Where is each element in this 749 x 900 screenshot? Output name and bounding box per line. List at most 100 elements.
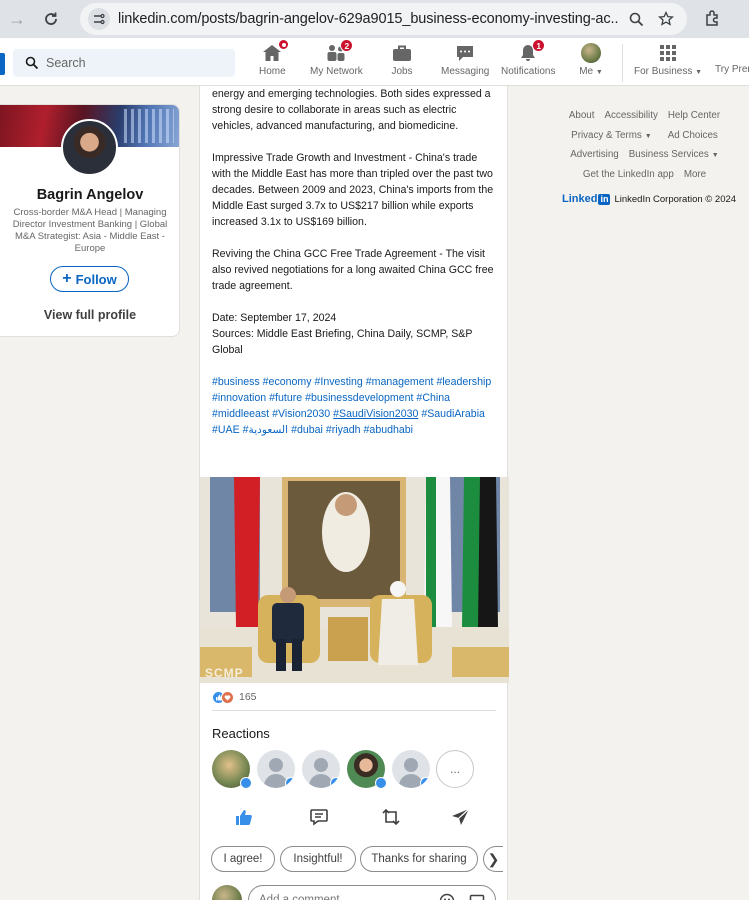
nav-messaging[interactable]: Messaging [441,42,489,82]
hashtag[interactable]: #السعودية [243,424,288,436]
hashtags: #business #economy #Investing #managemen… [212,374,496,438]
avatar [212,885,242,900]
hashtag[interactable]: #Vision2030 [272,408,330,420]
footer-links: About Accessibility Help Center Privacy … [540,106,749,184]
reactor-avatar[interactable] [392,750,430,788]
briefcase-icon [389,42,415,64]
footer-link-advertising[interactable]: Advertising [570,149,618,160]
url-text[interactable]: linkedin.com/posts/bagrin-angelov-629a90… [118,11,618,27]
hashtag[interactable]: #future [269,392,302,404]
hashtag[interactable]: #economy [263,376,312,388]
reactor-avatar[interactable] [347,750,387,789]
footer-link-get-app[interactable]: Get the LinkedIn app [583,169,674,180]
nav-my-network[interactable]: 2 My Network [310,39,363,82]
linkedin-logo-icon[interactable] [0,53,5,75]
search-box[interactable] [13,49,235,77]
like-button[interactable] [230,806,258,828]
comment-icon [310,809,328,826]
nav-for-business[interactable]: For Business ▼ [634,42,702,82]
footer-link-help-center[interactable]: Help Center [668,110,720,121]
suggestion-chip[interactable]: Insightful! [280,846,356,872]
caret-down-icon: ▼ [595,69,603,76]
reactor-avatar[interactable] [212,750,252,789]
reactor-avatar[interactable] [302,750,340,788]
site-info-icon[interactable] [88,8,110,30]
emoji-icon[interactable] [439,893,455,900]
comment-box[interactable] [248,885,496,900]
footer-link-more[interactable]: More [684,169,706,180]
caret-down-icon: ▼ [711,152,719,160]
suggestion-chip[interactable]: I agree! [211,846,275,872]
hashtag[interactable]: #businessdevelopment [305,392,413,404]
footer-link-business-services[interactable]: Business Services [629,149,709,160]
chevron-right-icon: ❯ [487,850,500,867]
reaction-count[interactable]: 165 [239,691,257,703]
profile-name[interactable]: Bagrin Angelov [0,187,179,203]
repost-button[interactable] [377,806,405,828]
home-icon [259,39,290,64]
comment-button[interactable] [305,806,333,828]
nav-notifications[interactable]: 1 Notifications [501,39,555,82]
me-avatar-wrap [578,42,604,64]
search-input[interactable] [46,56,226,70]
hashtag[interactable]: #leadership [436,376,491,388]
hashtag[interactable]: #middleeast [212,408,269,420]
hashtag[interactable]: #UAE [212,424,240,436]
nav-label: Try Prem [715,64,749,75]
reactor-avatar[interactable] [257,750,295,788]
nav-jobs[interactable]: Jobs [389,42,415,82]
hashtag[interactable]: #SaudiArabia [421,408,485,420]
linkedin-navbar: Home 2 My Network Jobs Messaging 1 Notif… [0,38,749,86]
footer-row: Get the LinkedIn app More [540,165,749,185]
zoom-icon[interactable] [624,12,648,27]
reaction-summary[interactable]: 165 [212,690,257,704]
comment-input[interactable] [259,894,429,900]
nav-me[interactable]: Me ▼ [578,42,604,82]
extensions-icon[interactable] [703,9,723,29]
network-badge: 2 [340,39,354,52]
bookmark-star-icon[interactable] [654,11,678,27]
wordmark-text: Linked [562,193,598,205]
linkedin-wordmark-icon: Linked in [562,193,611,205]
hashtag[interactable]: #business [212,376,260,388]
nav-home[interactable]: Home [259,39,290,82]
profile-headline: Cross-border M&A Head | Managing Directo… [12,207,168,254]
hashtag[interactable]: #Investing [315,376,363,388]
hashtag[interactable]: #abudhabi [364,424,414,436]
browser-toolbar: → linkedin.com/posts/bagrin-angelov-629a… [0,0,749,38]
footer-link-privacy-wrap[interactable]: Privacy & Terms ▼ [571,130,652,141]
reload-icon[interactable] [34,0,68,38]
post-image[interactable]: SCMP [200,477,509,683]
footer-link-privacy[interactable]: Privacy & Terms [571,130,642,141]
hashtag[interactable]: #innovation [212,392,266,404]
nav-divider [622,44,623,82]
hashtag[interactable]: #riyadh [326,424,361,436]
nav-label: My Network [310,66,363,77]
more-reactors-button[interactable]: ... [436,750,474,788]
hashtag[interactable]: #management [366,376,434,388]
hashtag[interactable]: #China [416,392,450,404]
footer-link-accessibility[interactable]: Accessibility [604,110,657,121]
back-icon[interactable]: → [0,0,34,38]
address-bar[interactable]: linkedin.com/posts/bagrin-angelov-629a90… [80,3,687,35]
hashtag[interactable]: #dubai [291,424,323,436]
post-paragraph: energy and emerging technologies. Both s… [212,88,491,132]
footer-link-business-services-wrap[interactable]: Business Services ▼ [629,149,719,160]
like-badge-icon [240,777,252,789]
hashtag[interactable]: #SaudiVision2030 [333,408,418,420]
footer-link-ad-choices[interactable]: Ad Choices [668,130,718,141]
nav-try-premium[interactable]: Try Prem [715,62,749,102]
like-badge-icon [330,777,340,788]
repost-icon [382,808,400,826]
view-full-profile-link[interactable]: View full profile [0,308,179,322]
in-logo-icon: in [598,193,611,205]
avatar[interactable] [61,119,118,176]
suggestion-chip[interactable]: Thanks for sharing [360,846,478,872]
send-button[interactable] [447,806,475,828]
image-icon[interactable] [469,893,485,900]
caret-down-icon: ▼ [644,132,652,140]
follow-button[interactable]: + Follow [50,266,129,292]
chips-next-button[interactable]: ❯ [483,846,503,872]
people-icon: 2 [323,39,354,64]
footer-link-about[interactable]: About [569,110,595,121]
